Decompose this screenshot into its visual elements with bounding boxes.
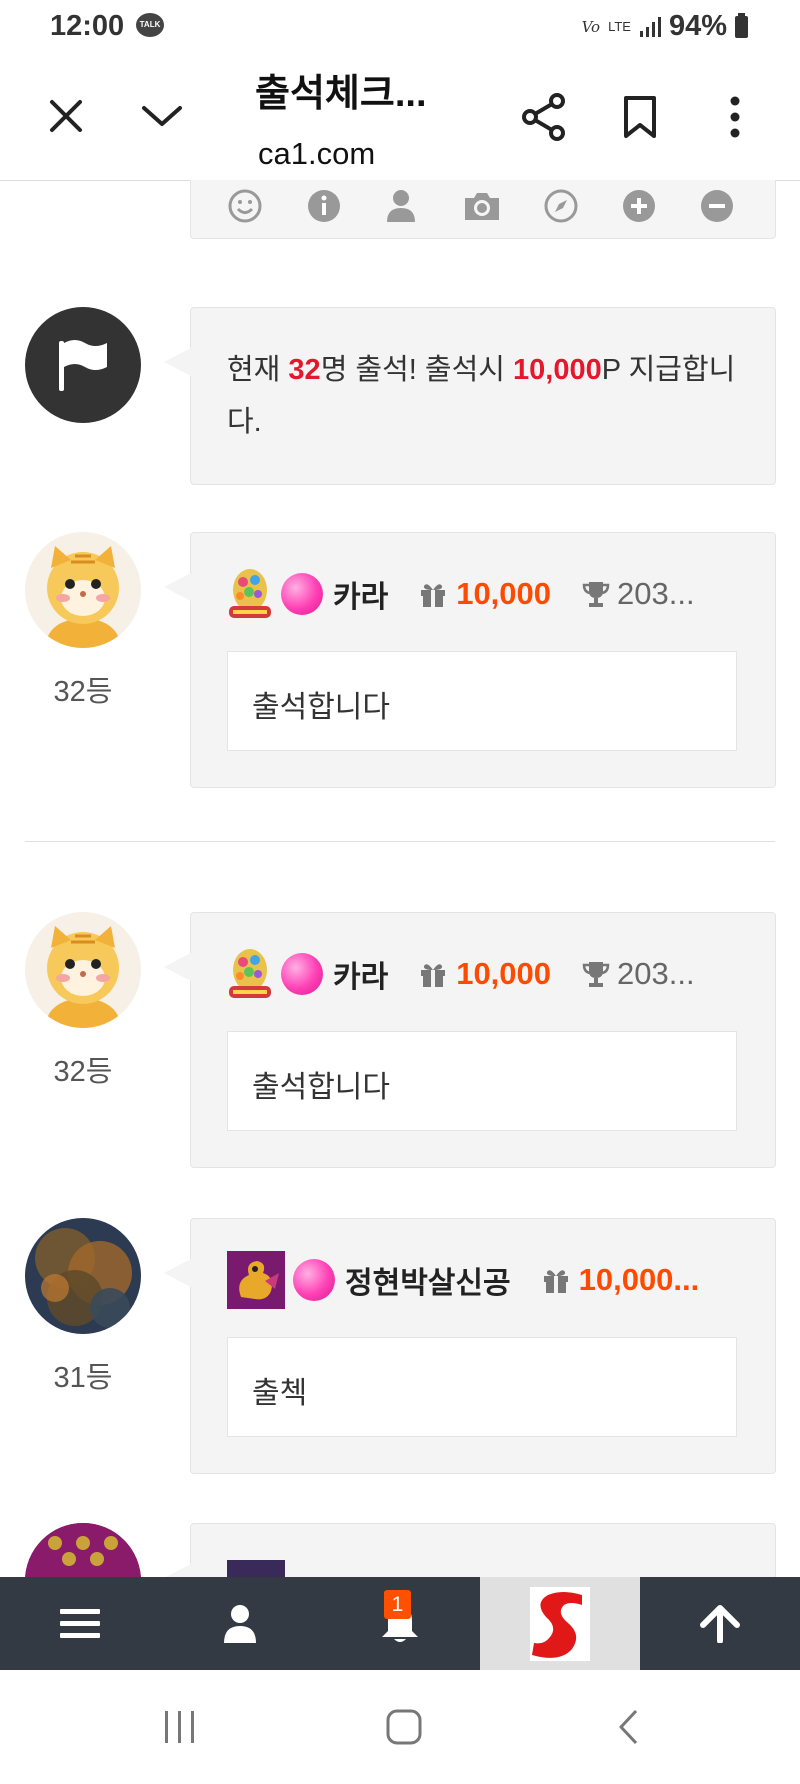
- comment-message-box: 출석합니다: [227, 651, 737, 751]
- gift-icon: [421, 964, 446, 987]
- dragon-badge-icon: [227, 1251, 285, 1309]
- recent-apps-icon[interactable]: [160, 1706, 200, 1748]
- points-value: 10,000: [456, 576, 552, 611]
- avatar[interactable]: [25, 1523, 141, 1577]
- status-time: 12:00: [50, 10, 125, 42]
- back-icon[interactable]: [608, 1706, 648, 1748]
- level-ball-icon: [281, 953, 323, 995]
- status-bar: 12:00 TALK Vo LTE 94%: [0, 0, 800, 56]
- score-value: 203...: [617, 956, 695, 991]
- comment-editor-toolbar: [190, 180, 776, 239]
- attendance-count: 32: [288, 354, 321, 386]
- egg-badge-icon: [229, 569, 271, 618]
- lte-indicator: LTE: [608, 19, 631, 34]
- divider: [25, 841, 775, 842]
- scroll-to-top-icon[interactable]: [680, 1577, 760, 1670]
- level-ball-icon: [293, 1259, 335, 1301]
- share-icon[interactable]: [520, 92, 568, 142]
- comment-message: 출첵: [252, 1377, 308, 1410]
- avatar[interactable]: [25, 1218, 141, 1334]
- flag-icon: [59, 340, 107, 391]
- comment-header: 카라 10,000 203...: [227, 949, 695, 999]
- trophy-icon: [582, 962, 610, 987]
- nickname[interactable]: 카라: [333, 952, 388, 996]
- kakaotalk-notification-icon: TALK: [136, 13, 164, 37]
- battery-percent: 94%: [668, 10, 727, 42]
- attendance-notice: 현재 32명 출석! 출석시 10,000P 지급합니다.: [164, 307, 776, 485]
- page-title: 출석체크...: [255, 73, 427, 115]
- more-options-icon[interactable]: [720, 92, 750, 142]
- notification-count-badge: 1: [384, 1590, 411, 1619]
- dragon-badge-icon: [227, 1560, 285, 1577]
- attendance-rank: 32등: [53, 1056, 113, 1088]
- gift-icon: [543, 1270, 568, 1293]
- chevron-down-icon[interactable]: [138, 94, 186, 138]
- compass-icon[interactable]: [543, 188, 579, 224]
- emoticon-icon[interactable]: [227, 188, 263, 224]
- nickname[interactable]: 카라: [333, 572, 388, 616]
- comment-message: 출석합니다: [252, 691, 390, 724]
- comment-header: 카라 10,000 203...: [227, 569, 695, 619]
- close-icon[interactable]: [44, 94, 88, 138]
- site-logo-icon[interactable]: [480, 1577, 640, 1670]
- browser-toolbar: 출석체크... ca1.com: [0, 56, 800, 181]
- attendance-rank: 32등: [53, 676, 113, 708]
- reward-points: 10,000: [513, 354, 602, 386]
- score-value: 203...: [617, 576, 695, 611]
- comment-header: 정현박살신공 10,000...: [227, 1251, 729, 1309]
- level-ball-icon: [281, 573, 323, 615]
- avatar[interactable]: [25, 912, 141, 1028]
- home-icon[interactable]: [382, 1706, 426, 1748]
- comment-card: 카라 10,000 203... 출석합니다: [164, 912, 776, 1168]
- system-navigation-bar: [0, 1670, 800, 1784]
- page-url[interactable]: ca1.com: [258, 136, 375, 172]
- comment-card: [164, 1523, 776, 1577]
- comment-message: 출석합니다: [252, 1071, 390, 1104]
- trophy-icon: [582, 582, 610, 607]
- menu-icon[interactable]: [40, 1577, 120, 1670]
- comment-card: 정현박살신공 10,000... 출첵: [164, 1218, 776, 1474]
- battery-icon: [735, 12, 748, 38]
- camera-icon[interactable]: [461, 188, 503, 224]
- nickname[interactable]: 정현박살신공: [345, 1258, 511, 1302]
- bookmark-icon[interactable]: [618, 92, 662, 142]
- points-value: 10,000...: [578, 1262, 700, 1297]
- info-icon[interactable]: [306, 188, 342, 224]
- points-value: 10,000: [456, 956, 552, 991]
- zoom-in-icon[interactable]: [621, 188, 657, 224]
- notice-text: 현재 32명 출석! 출석시 10,000P 지급합니다.: [227, 354, 736, 438]
- signal-icon: [639, 16, 661, 37]
- bottom-navigation: 1: [0, 1577, 800, 1670]
- comment-card: 카라 10,000 203... 출석합니다: [164, 532, 776, 788]
- gift-icon: [421, 584, 446, 607]
- comment-message-box: 출첵: [227, 1337, 737, 1437]
- status-indicators: Vo LTE 94%: [582, 10, 748, 43]
- zoom-out-icon[interactable]: [699, 188, 735, 224]
- volte-indicator: Vo: [581, 17, 601, 36]
- attendance-rank: 31등: [53, 1362, 113, 1394]
- user-icon[interactable]: [383, 188, 419, 224]
- egg-badge-icon: [229, 949, 271, 998]
- comment-message-box: 출석합니다: [227, 1031, 737, 1131]
- flag-avatar: [25, 307, 141, 423]
- page-content: 현재 32명 출석! 출석시 10,000P 지급합니다. 32등 카라 10,…: [0, 180, 800, 1577]
- profile-icon[interactable]: [200, 1577, 280, 1670]
- avatar[interactable]: [25, 532, 141, 648]
